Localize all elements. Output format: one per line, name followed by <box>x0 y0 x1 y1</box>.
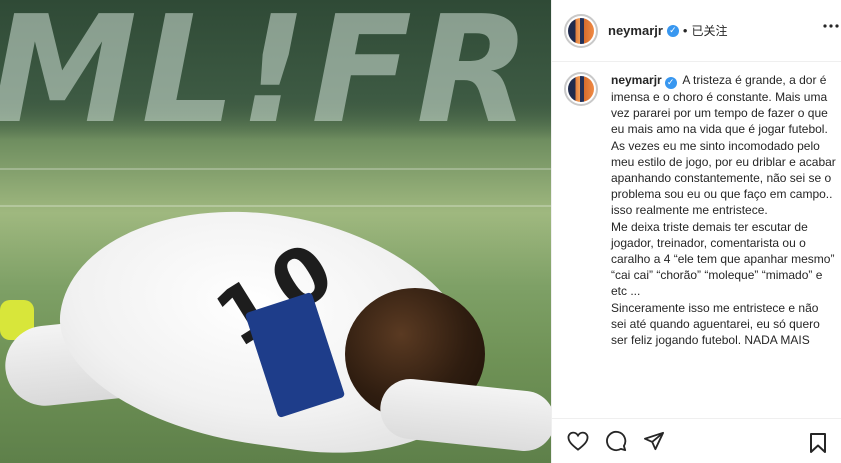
share-icon[interactable] <box>642 429 666 453</box>
post-sidebar: neymarjr ✓ • 已关注 neymarjr ✓ A tristeza é … <box>551 0 841 463</box>
comment-icon[interactable] <box>604 429 628 453</box>
verified-badge-icon: ✓ <box>666 24 679 37</box>
action-bar <box>552 418 841 463</box>
heart-icon[interactable] <box>566 429 590 453</box>
more-icon[interactable] <box>822 16 840 34</box>
bookmark-icon[interactable] <box>806 431 830 455</box>
caption-username[interactable]: neymarjr <box>611 73 662 87</box>
banner-text: ML!FR <box>0 0 535 156</box>
header-username[interactable]: neymarjr <box>608 23 663 38</box>
avatar[interactable] <box>564 72 598 106</box>
caption-text: A tristeza é grande, a dor é imensa e o … <box>611 73 836 348</box>
avatar[interactable] <box>564 13 598 48</box>
pitch-line <box>0 168 551 170</box>
separator-dot: • <box>682 23 688 38</box>
pitch-line <box>0 205 551 207</box>
caption-body: neymarjr ✓ A tristeza é grande, a dor é i… <box>611 72 837 348</box>
post-photo[interactable]: ML!FR 10 <box>0 0 551 463</box>
post-caption: neymarjr ✓ A tristeza é grande, a dor é i… <box>564 72 841 348</box>
verified-badge-icon: ✓ <box>664 77 677 89</box>
follow-status-button[interactable]: 已关注 <box>691 22 727 39</box>
stadium-banner: ML!FR <box>0 0 551 156</box>
post-header: neymarjr ✓ • 已关注 <box>552 0 841 62</box>
